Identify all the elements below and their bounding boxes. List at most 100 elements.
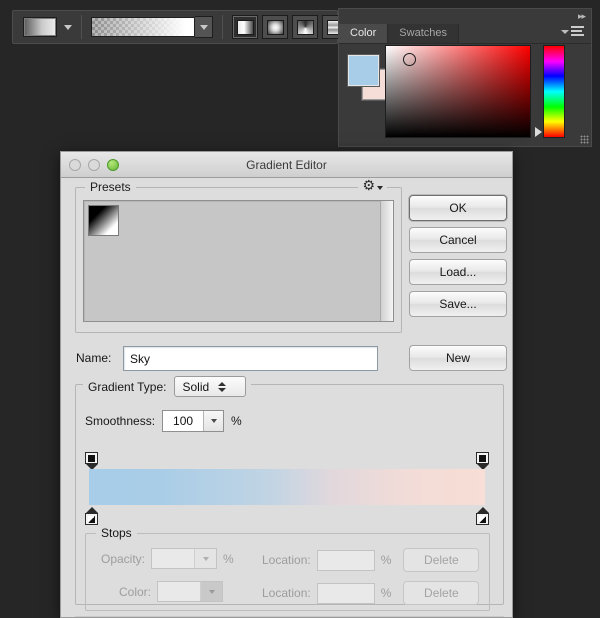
gradient-tool-options-bar	[12, 10, 378, 44]
gradient-swatch-preview[interactable]	[23, 17, 57, 37]
color-dropdown-button	[200, 582, 223, 601]
stepper-updown-icon[interactable]	[218, 381, 227, 392]
minimize-window-icon[interactable]	[88, 159, 100, 171]
opacity-location-row: Location: % Delete	[262, 548, 480, 572]
radial-gradient-icon	[266, 19, 284, 35]
gradient-preview-strip[interactable]	[89, 469, 485, 505]
smoothness-dropdown-button[interactable]	[203, 411, 224, 431]
dialog-bottom-divider	[75, 616, 504, 617]
smoothness-value[interactable]: 100	[163, 414, 203, 428]
color-panel: ▸▸ Color Swatches	[338, 8, 592, 147]
toolbar-divider-2	[222, 15, 223, 39]
color-location-row: Location: % Delete	[262, 581, 480, 605]
angle-gradient-icon	[296, 19, 314, 35]
stops-label: Stops	[96, 526, 137, 540]
gradient-type-row: Gradient Type: Solid	[83, 376, 251, 397]
chevron-down-icon	[208, 589, 215, 594]
linear-gradient-icon	[236, 19, 254, 35]
smoothness-unit: %	[231, 414, 242, 428]
presets-group: Presets ⚙	[75, 178, 402, 333]
tab-color[interactable]: Color	[339, 24, 389, 43]
presets-scrollbar[interactable]	[380, 201, 393, 321]
opacity-stop-icon	[476, 452, 489, 464]
chevron-down-icon	[199, 24, 208, 30]
tab-swatches[interactable]: Swatches	[388, 24, 459, 43]
chevron-down-icon	[561, 30, 569, 34]
opacity-input	[151, 548, 218, 569]
presets-list[interactable]	[83, 200, 394, 322]
hamburger-icon	[571, 26, 584, 38]
gear-icon: ⚙	[362, 177, 375, 193]
presets-label: Presets	[85, 180, 136, 194]
presets-gear-button[interactable]: ⚙	[358, 178, 387, 192]
location-label-1: Location:	[262, 553, 311, 567]
location-label-2: Location:	[262, 586, 311, 600]
gradient-swatch-button[interactable]	[23, 17, 72, 37]
color-stop-icon	[476, 513, 489, 525]
gradient-picker[interactable]	[91, 16, 213, 38]
color-row: Color:	[119, 581, 224, 602]
gradient-type-select[interactable]: Solid	[173, 376, 246, 397]
color-field[interactable]	[385, 45, 531, 138]
angle-gradient-button[interactable]	[292, 15, 318, 39]
gradient-strip-area	[85, 452, 489, 525]
radial-gradient-button[interactable]	[262, 15, 288, 39]
color-stop-swatch	[158, 582, 200, 601]
color-panel-tabs: Color Swatches	[339, 22, 591, 44]
name-input[interactable]: Sky	[123, 346, 378, 371]
gradient-type-value: Solid	[182, 379, 210, 394]
window-controls	[69, 159, 119, 171]
chevron-down-icon[interactable]	[64, 24, 72, 30]
location-unit-1: %	[380, 553, 392, 567]
toolbar-divider-1	[81, 15, 82, 39]
smoothness-row: Smoothness: 100 %	[85, 410, 242, 432]
opacity-stop-right[interactable]	[476, 452, 489, 470]
chevron-down-icon	[202, 556, 209, 561]
smoothness-input[interactable]: 100	[162, 410, 225, 432]
double-chevron-right-icon[interactable]: ▸▸	[578, 11, 586, 21]
color-stop-swatch-input	[157, 581, 224, 602]
delete-opacity-stop-button: Delete	[403, 548, 480, 572]
panel-menu-icon[interactable]	[561, 26, 584, 38]
color-picker-marker-icon[interactable]	[403, 53, 416, 66]
hue-slider-marker-icon[interactable]	[535, 127, 542, 137]
opacity-dropdown-button	[194, 549, 217, 568]
opacity-row: Opacity: %	[101, 548, 234, 569]
opacity-label: Opacity:	[101, 551, 146, 566]
dialog-titlebar[interactable]: Gradient Editor	[61, 152, 512, 178]
gradient-type-label: Gradient Type:	[88, 379, 167, 394]
opacity-stop-icon	[85, 452, 98, 464]
gradient-picker-preview[interactable]	[91, 17, 195, 37]
opacity-value	[152, 549, 194, 568]
location-input-1	[316, 549, 375, 571]
resize-grip-icon[interactable]	[580, 135, 589, 144]
smoothness-label: Smoothness:	[85, 414, 156, 428]
chevron-down-icon	[210, 419, 217, 423]
color-stop-right[interactable]	[476, 507, 489, 525]
load-button[interactable]: Load...	[409, 259, 507, 285]
preset-item-black-white[interactable]	[88, 205, 119, 236]
new-button[interactable]: New	[409, 345, 507, 371]
opacity-stop-left[interactable]	[85, 452, 98, 470]
chevron-down-icon	[377, 185, 383, 190]
color-label: Color:	[119, 584, 152, 599]
gradient-editor-dialog: Gradient Editor Presets ⚙ OK Cancel Load…	[60, 151, 513, 618]
delete-color-stop-button: Delete	[403, 581, 480, 605]
stops-group: Stops Opacity: % Location: % Delete Colo…	[85, 526, 490, 611]
zoom-window-icon[interactable]	[107, 159, 119, 171]
hue-slider[interactable]	[543, 45, 565, 138]
location-unit-2: %	[380, 586, 392, 600]
color-stop-icon	[85, 513, 98, 525]
foreground-color-swatch[interactable]	[347, 54, 380, 87]
location-input-2	[316, 582, 375, 604]
color-stop-left[interactable]	[85, 507, 98, 525]
gradient-picker-dropdown-button[interactable]	[195, 16, 213, 38]
save-button[interactable]: Save...	[409, 291, 507, 317]
dialog-title: Gradient Editor	[246, 157, 327, 172]
close-window-icon[interactable]	[69, 159, 81, 171]
ok-button[interactable]: OK	[409, 195, 507, 221]
opacity-unit: %	[223, 551, 234, 566]
linear-gradient-button[interactable]	[232, 15, 258, 39]
name-label: Name:	[76, 351, 112, 365]
cancel-button[interactable]: Cancel	[409, 227, 507, 253]
